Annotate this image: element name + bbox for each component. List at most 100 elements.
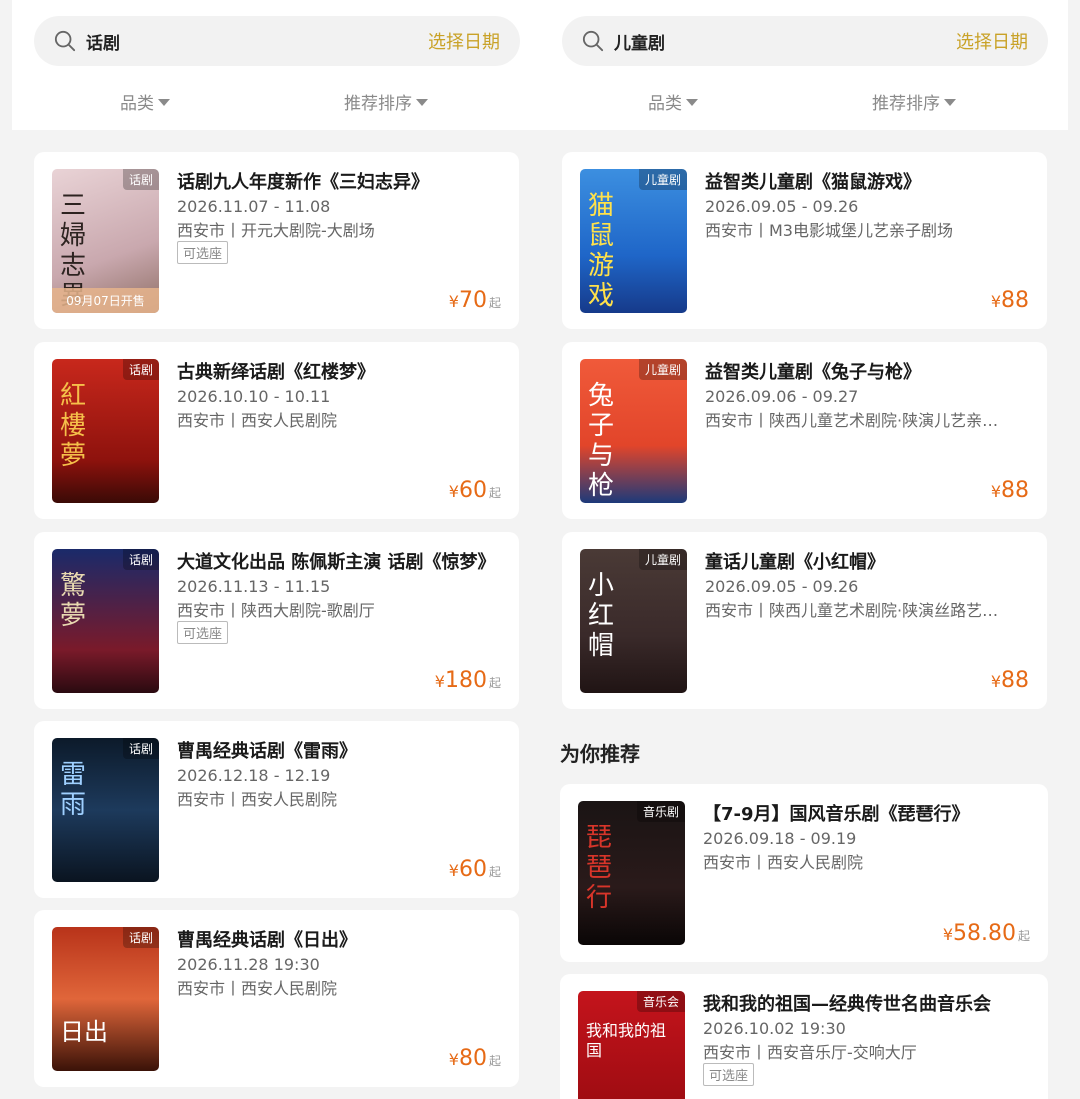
poster-title: 我和我的祖国 — [586, 1021, 667, 1060]
select-date-button[interactable]: 选择日期 — [428, 28, 500, 54]
show-venue: 西安市丨西安人民剧院 — [177, 790, 338, 809]
show-price: ¥70 起 — [449, 288, 501, 313]
show-card[interactable]: 小红帽 儿童剧 童话儿童剧《小红帽》 2026.09.05 - 09.26 西安… — [562, 532, 1047, 709]
sort-filter[interactable]: 推荐排序 — [872, 89, 956, 114]
show-title: 益智类儿童剧《兔子与枪》 — [705, 362, 921, 383]
poster-title: 紅樓夢 — [60, 381, 87, 471]
price-value: 70 — [458, 288, 487, 313]
sort-filter-label: 推荐排序 — [344, 94, 412, 114]
search-bar[interactable]: 儿童剧 选择日期 — [562, 16, 1048, 66]
show-title: 【7-9月】国风音乐剧《琵琶行》 — [703, 804, 970, 825]
show-card[interactable]: 日出 话剧 曹禺经典话剧《日出》 2026.11.28 19:30 西安市丨西安… — [34, 910, 519, 1087]
category-tag: 话剧 — [122, 738, 159, 759]
show-card[interactable]: 猫鼠游戏 儿童剧 益智类儿童剧《猫鼠游戏》 2026.09.05 - 09.26… — [562, 152, 1047, 329]
poster-title: 琵琶行 — [586, 823, 613, 913]
show-date: 2026.10.10 - 10.11 — [177, 387, 331, 406]
seat-badge: 可选座 — [177, 241, 229, 264]
show-venue: 西安市丨陕西大剧院-歌剧厅 — [177, 601, 375, 620]
currency-symbol: ¥ — [990, 482, 1001, 501]
show-card[interactable]: 雷雨 话剧 曹禺经典话剧《雷雨》 2026.12.18 - 12.19 西安市丨… — [34, 721, 519, 898]
category-tag: 儿童剧 — [638, 549, 687, 570]
seat-badge: 可选座 — [177, 621, 229, 644]
left-column: 话剧 选择日期 品类 推荐排序 三婦志異 话剧 09月07日开售 话剧九人年度新… — [10, 0, 540, 1099]
price-value: 60 — [458, 857, 487, 882]
show-venue: 西安市丨M3电影城堡儿艺亲子剧场 — [705, 221, 953, 240]
show-card[interactable]: 驚夢 话剧 大道文化出品 陈佩斯主演 话剧《惊梦》 2026.11.13 - 1… — [34, 532, 519, 709]
show-card[interactable]: 琵琶行 音乐剧 【7-9月】国风音乐剧《琵琶行》 2026.09.18 - 09… — [560, 784, 1048, 962]
triangle-down-icon — [686, 99, 698, 106]
price-value: 80 — [458, 1046, 487, 1071]
show-poster: 雷雨 话剧 — [52, 738, 159, 882]
triangle-down-icon — [944, 99, 956, 106]
price-value: 88 — [1001, 288, 1029, 313]
show-card[interactable]: 三婦志異 话剧 09月07日开售 话剧九人年度新作《三妇志异》 2026.11.… — [34, 152, 519, 329]
show-venue: 西安市丨西安人民剧院 — [177, 411, 338, 430]
currency-symbol: ¥ — [448, 861, 459, 880]
show-title: 大道文化出品 陈佩斯主演 话剧《惊梦》 — [177, 552, 496, 573]
show-price: ¥58.80 起 — [943, 921, 1030, 946]
show-venue: 西安市丨西安人民剧院 — [177, 979, 338, 998]
search-query[interactable]: 话剧 — [86, 29, 120, 54]
price-value: 88 — [1001, 478, 1029, 503]
price-value: 58.80 — [953, 921, 1016, 946]
show-poster: 三婦志異 话剧 09月07日开售 — [52, 169, 159, 313]
show-price: ¥60 起 — [449, 857, 501, 882]
sort-filter-label: 推荐排序 — [872, 94, 940, 114]
category-filter[interactable]: 品类 — [120, 89, 170, 114]
show-card[interactable]: 兔子与枪 儿童剧 益智类儿童剧《兔子与枪》 2026.09.06 - 09.27… — [562, 342, 1047, 519]
category-tag: 儿童剧 — [638, 169, 687, 190]
price-value: 180 — [444, 668, 487, 693]
show-price: ¥180 起 — [435, 668, 501, 693]
sort-filter[interactable]: 推荐排序 — [344, 89, 428, 114]
price-suffix: 起 — [488, 865, 501, 879]
price-suffix: 起 — [488, 676, 501, 690]
search-query[interactable]: 儿童剧 — [614, 29, 665, 54]
show-date: 2026.09.18 - 09.19 — [703, 829, 857, 848]
category-tag: 话剧 — [122, 359, 159, 380]
category-tag: 儿童剧 — [638, 359, 687, 380]
show-date: 2026.11.07 - 11.08 — [177, 197, 331, 216]
category-tag: 话剧 — [122, 927, 159, 948]
show-venue: 西安市丨西安人民剧院 — [703, 853, 864, 872]
show-date: 2026.09.05 - 09.26 — [705, 197, 859, 216]
show-title: 曹禺经典话剧《雷雨》 — [177, 741, 357, 762]
show-date: 2026.11.28 19:30 — [177, 955, 320, 974]
show-title: 曹禺经典话剧《日出》 — [177, 930, 357, 951]
price-suffix: 起 — [488, 1054, 501, 1068]
show-date: 2026.12.18 - 12.19 — [177, 766, 331, 785]
show-venue: 西安市丨西安音乐厅-交响大厅 — [703, 1043, 917, 1062]
select-date-button[interactable]: 选择日期 — [956, 28, 1028, 54]
show-poster: 猫鼠游戏 儿童剧 — [580, 169, 687, 313]
show-poster: 我和我的祖国 音乐会 — [578, 991, 685, 1099]
show-poster: 日出 话剧 — [52, 927, 159, 1071]
currency-symbol: ¥ — [990, 672, 1001, 691]
category-tag: 话剧 — [122, 169, 159, 190]
show-price: ¥88 — [991, 288, 1029, 313]
currency-symbol: ¥ — [448, 292, 459, 311]
show-card[interactable]: 我和我的祖国 音乐会 我和我的祖国—经典传世名曲音乐会 2026.10.02 1… — [560, 974, 1048, 1099]
show-poster: 琵琶行 音乐剧 — [578, 801, 685, 945]
seat-badge: 可选座 — [703, 1063, 755, 1086]
right-column: 儿童剧 选择日期 品类 推荐排序 猫鼠游戏 儿童剧 益智类儿童剧《猫鼠游戏》 2… — [540, 0, 1070, 1099]
currency-symbol: ¥ — [448, 482, 459, 501]
category-tag: 音乐会 — [636, 991, 685, 1012]
show-poster: 兔子与枪 儿童剧 — [580, 359, 687, 503]
show-date: 2026.11.13 - 11.15 — [177, 577, 331, 596]
show-poster: 小红帽 儿童剧 — [580, 549, 687, 693]
triangle-down-icon — [416, 99, 428, 106]
search-icon — [582, 30, 604, 52]
currency-symbol: ¥ — [990, 292, 1001, 311]
right-header: 儿童剧 选择日期 品类 推荐排序 — [540, 0, 1068, 130]
category-filter-label: 品类 — [120, 94, 154, 114]
search-bar[interactable]: 话剧 选择日期 — [34, 16, 520, 66]
category-filter[interactable]: 品类 — [648, 89, 698, 114]
show-poster: 驚夢 话剧 — [52, 549, 159, 693]
show-venue: 西安市丨陕西儿童艺术剧院·陕演丝路艺… — [705, 601, 999, 620]
price-suffix: 起 — [488, 296, 501, 310]
category-filter-label: 品类 — [648, 94, 682, 114]
show-date: 2026.10.02 19:30 — [703, 1019, 846, 1038]
show-date: 2026.09.06 - 09.27 — [705, 387, 859, 406]
sale-note: 09月07日开售 — [52, 288, 159, 313]
category-tag: 话剧 — [122, 549, 159, 570]
show-card[interactable]: 紅樓夢 话剧 古典新绎话剧《红楼梦》 2026.10.10 - 10.11 西安… — [34, 342, 519, 519]
